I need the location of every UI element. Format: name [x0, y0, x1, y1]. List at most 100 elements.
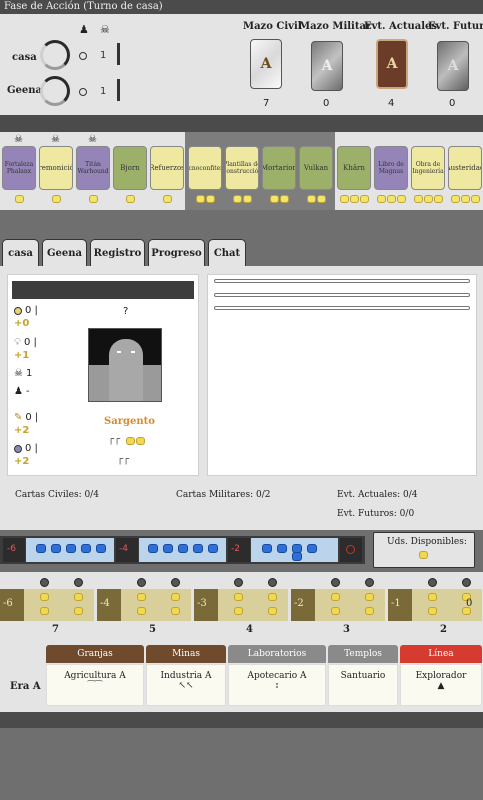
building-name: Industria A — [160, 671, 212, 681]
card-cost — [448, 195, 482, 205]
tab-chat[interactable]: Chat — [208, 239, 246, 266]
player-value: 1 — [100, 50, 107, 61]
track-number: 7 — [52, 624, 59, 635]
player-name: casa — [12, 52, 37, 63]
circle-icon — [79, 88, 87, 96]
coin-icon — [269, 195, 279, 203]
culture-icon — [14, 306, 22, 315]
building-header: Minas — [146, 645, 226, 663]
track-slot-dot — [74, 578, 83, 587]
building-header: Templos — [328, 645, 398, 663]
card-slot[interactable]: Khârn — [335, 132, 372, 210]
available-units-label: Uds. Disponibles: — [387, 537, 467, 547]
card[interactable]: Mortarion — [262, 146, 296, 190]
tab-geena[interactable]: Geena — [42, 239, 87, 266]
coin-icon — [396, 195, 406, 203]
card-label: Austeridad — [449, 164, 481, 172]
player-value: 1 — [100, 86, 107, 97]
military-label: -4 — [119, 544, 128, 554]
card-label: Libro de Magnus — [378, 161, 404, 175]
card-slot[interactable]: Bjorn — [111, 132, 148, 210]
coin-icon — [88, 195, 98, 203]
coin-icon — [316, 195, 326, 203]
track-slot-dot — [171, 578, 180, 587]
tab-progreso[interactable]: Progreso — [148, 239, 205, 266]
resource-coin — [40, 593, 49, 601]
building-icon: ↖↖ — [178, 681, 194, 691]
stat-bonus: +0 — [14, 318, 30, 329]
military-unit — [193, 544, 203, 553]
coin-icon — [14, 195, 24, 203]
card-label: Khârn — [343, 164, 365, 172]
resource-coin — [331, 607, 340, 615]
building-header: Línea — [400, 645, 482, 663]
card-label: Vulkan — [303, 164, 329, 172]
military-zero-marker — [346, 545, 355, 554]
military-unit — [307, 544, 317, 553]
card[interactable]: Refuerzos — [150, 146, 184, 190]
card[interactable]: Austeridad — [448, 146, 482, 190]
card-slot[interactable]: Libro de Magnus — [372, 132, 409, 210]
coin-icon — [306, 195, 316, 203]
deck-title-civil: Mazo Civil — [243, 21, 302, 32]
coin-icon — [376, 195, 386, 203]
card-slot[interactable]: Plantillas de Construcción — [223, 132, 260, 210]
pawn-icon: ♟ — [14, 386, 23, 397]
future-events-deck[interactable]: A — [437, 41, 469, 91]
tab-casa[interactable]: casa — [2, 239, 39, 266]
coin-icon — [470, 195, 480, 203]
stat-row: 0 | — [14, 305, 38, 316]
player-progress-ring — [40, 76, 70, 106]
leader-name: Sargento — [104, 416, 155, 427]
coin-icon — [359, 195, 369, 203]
civil-deck[interactable]: A — [250, 39, 282, 89]
card[interactable]: Plantillas de Construcción — [225, 146, 259, 190]
building-card[interactable]: Santuario — [328, 664, 398, 706]
card-slot[interactable]: ☠ Titán Warhound — [74, 132, 111, 210]
card-label: Tecnoconfiteria — [188, 164, 221, 172]
card-slot[interactable]: Refuerzos — [148, 132, 185, 210]
current-events-deck[interactable]: A — [376, 39, 408, 89]
stat-bonus: +2 — [14, 456, 30, 467]
coin-icon — [232, 195, 242, 203]
card[interactable]: Vulkan — [299, 146, 333, 190]
card-label: Fortaleza Phalanx — [4, 161, 34, 175]
card[interactable]: Fortaleza Phalanx — [2, 146, 36, 190]
coin-icon — [195, 195, 205, 203]
building-card[interactable]: Agricultura A ⁀⁀ — [46, 664, 144, 706]
card[interactable]: Tecnoconfiteria — [188, 146, 222, 190]
track-slot-dot — [462, 578, 471, 587]
deck-title-future-events: Evt. Futuros — [428, 21, 483, 32]
skull-icon: ☠ — [51, 134, 60, 145]
card-slot[interactable]: ☠ Premonición — [37, 132, 74, 210]
coin-icon — [279, 195, 289, 203]
happiness-icon — [14, 444, 22, 453]
building-card[interactable]: Apotecario A ⦂ — [228, 664, 326, 706]
building-name: Apotecario A — [247, 671, 307, 681]
coin-icon — [433, 195, 443, 203]
building-card[interactable]: Explorador ▲ — [400, 664, 482, 706]
card[interactable]: Titán Warhound — [76, 146, 110, 190]
card[interactable]: Obra de Ingeniería — [411, 146, 445, 190]
military-label: -2 — [231, 544, 240, 554]
card-slot[interactable]: Tecnoconfiteria — [186, 132, 223, 210]
card-slot[interactable]: Vulkan — [297, 132, 334, 210]
resource-coin — [40, 607, 49, 615]
card[interactable]: Bjorn — [113, 146, 147, 190]
card[interactable]: Khârn — [337, 146, 371, 190]
card-slot[interactable]: Mortarion — [260, 132, 297, 210]
resource-coin — [234, 593, 243, 601]
tab-registro[interactable]: Registro — [90, 239, 145, 266]
card-slot[interactable]: ☠ Fortaleza Phalanx — [0, 132, 37, 210]
track-slot-dot — [137, 578, 146, 587]
track-number: 5 — [149, 624, 156, 635]
leader-portrait[interactable] — [88, 328, 162, 402]
card[interactable]: Premonición — [39, 146, 73, 190]
list-line — [214, 293, 470, 297]
card-slot[interactable]: Obra de Ingeniería — [409, 132, 446, 210]
building-card[interactable]: Industria A ↖↖ — [146, 664, 226, 706]
card-slot[interactable]: Austeridad — [446, 132, 483, 210]
card[interactable]: Libro de Magnus — [374, 146, 408, 190]
stat-row: ✎ 0 | — [14, 412, 39, 423]
military-deck[interactable]: A — [311, 41, 343, 91]
